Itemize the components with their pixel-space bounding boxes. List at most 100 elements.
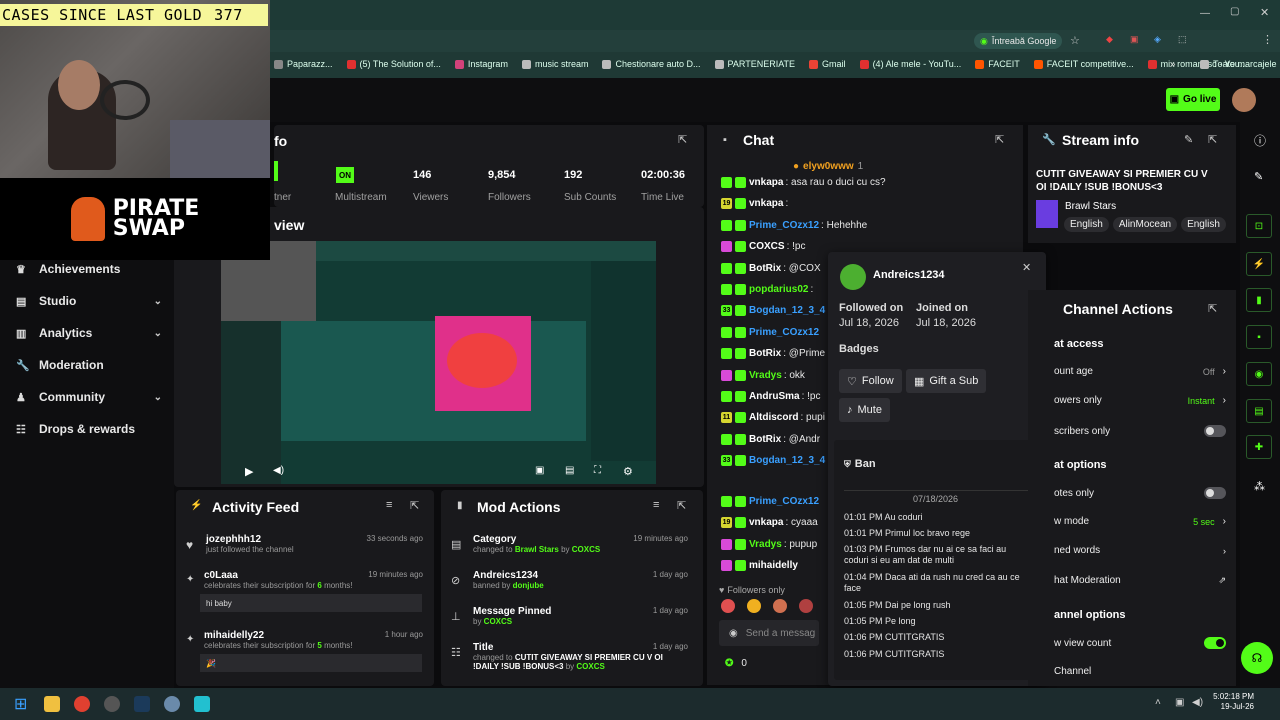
ask-google-button[interactable]: ◉ Întreabă Google	[974, 33, 1063, 49]
settings-icon[interactable]	[164, 696, 180, 712]
extension-icon-3[interactable]: ◈	[1154, 34, 1161, 45]
emote-picker-icon[interactable]: ◉	[729, 628, 738, 639]
more-bookmarks-icon[interactable]: »	[1170, 59, 1176, 70]
chrome-icon[interactable]	[74, 696, 90, 712]
popout-icon[interactable]: ⇱	[1208, 302, 1217, 315]
chevron-down-icon[interactable]: ⌄	[154, 328, 162, 339]
rail-focus-button[interactable]: ⊡	[1246, 214, 1272, 238]
chevron-down-icon[interactable]: ⌄	[154, 392, 162, 403]
view-count-row[interactable]: w view count	[1054, 637, 1226, 649]
theater-icon[interactable]: ▣	[535, 465, 544, 476]
points-counter[interactable]: ✪ 0	[725, 658, 747, 669]
chat-username[interactable]: BotRix	[749, 434, 781, 445]
emote-icon[interactable]	[799, 599, 813, 613]
chat-username[interactable]: Vradys	[749, 370, 782, 381]
follow-button[interactable]: ♡ Follow	[839, 369, 902, 393]
tag[interactable]: English	[1064, 217, 1109, 232]
go-live-button[interactable]: ▣ Go live	[1166, 88, 1220, 111]
chat-username[interactable]: BotRix	[749, 263, 781, 274]
emote-icon[interactable]	[721, 599, 735, 613]
maximize-icon[interactable]: ▢	[1230, 6, 1239, 17]
app-icon[interactable]	[104, 696, 120, 712]
sidebar-item-studio[interactable]: ▤ Studio ⌄	[16, 294, 162, 308]
tag[interactable]: English	[1181, 217, 1226, 232]
chat-username[interactable]: vnkapa	[749, 198, 783, 209]
view-count-toggle[interactable]	[1204, 637, 1226, 649]
game-name[interactable]: Brawl Stars	[1065, 201, 1116, 212]
chat-username[interactable]: vnkapa	[749, 517, 783, 528]
sidebar-item-drops-rewards[interactable]: ☷ Drops & rewards	[16, 422, 162, 436]
clock[interactable]: 5:02:18 PM 19-Jul-26	[1212, 692, 1254, 712]
tag[interactable]: AlinMocean	[1112, 217, 1178, 232]
gift-sub-button[interactable]: ▦ Gift a Sub	[906, 369, 987, 393]
rail-wrench-button[interactable]: ✚	[1246, 435, 1272, 459]
chat-username[interactable]: COXCS	[749, 241, 785, 252]
bookmark-item[interactable]: Paparazz...	[274, 59, 333, 69]
rail-chat-button[interactable]: ▪	[1246, 325, 1272, 349]
chat-username[interactable]: BotRix	[749, 348, 781, 359]
chat-username[interactable]: Prime_COzx12	[749, 327, 819, 338]
rail-broadcast-button[interactable]: ◉	[1246, 362, 1272, 386]
bookmark-item[interactable]: Chestionare auto D...	[602, 59, 701, 69]
sidebar-item-community[interactable]: ♟ Community ⌄	[16, 390, 162, 404]
menu-dots-icon[interactable]: ⋮	[1262, 33, 1273, 46]
subscribers-only-toggle[interactable]	[1204, 425, 1226, 437]
bookmark-item[interactable]: music stream	[521, 59, 588, 69]
user-avatar[interactable]	[1232, 88, 1256, 112]
channel-row[interactable]: Channel	[1054, 666, 1226, 677]
sidebar-item-moderation[interactable]: 🔧 Moderation	[16, 358, 162, 372]
chevron-down-icon[interactable]: ⌄	[154, 296, 162, 307]
chat-username[interactable]: Prime_COzx12	[749, 496, 819, 507]
bookmark-item[interactable]: (5) The Solution of...	[346, 59, 441, 69]
filter-icon[interactable]: ≡	[386, 499, 392, 511]
chat-username[interactable]: popdarius02	[749, 284, 808, 295]
stream-preview-video[interactable]: ▶ ◀) ▣ ▤ ⛶ ⚙	[221, 241, 656, 484]
apps-icon[interactable]: ⁂	[1254, 480, 1265, 493]
chat-username[interactable]: AndruSma	[749, 391, 800, 402]
close-window-icon[interactable]: ✕	[1260, 6, 1269, 19]
rail-clipboard-button[interactable]: ▮	[1246, 288, 1272, 312]
bookmark-item[interactable]: PARTENERIATE	[714, 59, 795, 69]
emotes-only-toggle[interactable]	[1204, 487, 1226, 499]
info-icon[interactable]: ⓘ	[1254, 132, 1266, 149]
popup-username[interactable]: Andreics1234	[873, 269, 945, 281]
bookmark-item[interactable]: Instagram	[454, 59, 508, 69]
tray-chevron-icon[interactable]: ˄	[1155, 697, 1161, 708]
extension-icon-2[interactable]: ▣	[1130, 34, 1139, 45]
filter-icon[interactable]: ≡	[653, 499, 659, 511]
play-icon[interactable]: ▶	[245, 465, 253, 478]
banned-words-row[interactable]: ned words ›	[1054, 545, 1226, 556]
settings-gear-icon[interactable]: ⚙	[623, 465, 633, 478]
bookmark-item[interactable]: (4) Ale mele - YouTu...	[859, 59, 961, 69]
rail-bolt-button[interactable]: ⚡	[1246, 252, 1272, 276]
chat-username[interactable]: vnkapa	[749, 177, 783, 188]
minimize-icon[interactable]: —	[1200, 8, 1210, 19]
all-bookmarks[interactable]: Toate marcajele	[1200, 59, 1277, 69]
popout-icon[interactable]: ⇱	[410, 499, 419, 512]
emotes-only-row[interactable]: otes only	[1054, 487, 1226, 499]
pencil-icon[interactable]: ✎	[1254, 170, 1263, 183]
bookmark-item[interactable]: FACEIT	[975, 59, 1020, 69]
followers-only-row[interactable]: owers only Instant ›	[1054, 395, 1226, 406]
subscribers-only-row[interactable]: scribers only	[1054, 425, 1226, 437]
notes-icon[interactable]	[194, 696, 210, 712]
bookmark-item[interactable]: FACEIT competitive...	[1033, 59, 1134, 69]
mute-button[interactable]: ♪ Mute	[839, 398, 890, 422]
windows-start-icon[interactable]: ⊞	[14, 694, 27, 714]
star-icon[interactable]: ☆	[1070, 34, 1080, 47]
chat-username[interactable]: Vradys	[749, 539, 782, 550]
chat-username[interactable]: Prime_COzx12	[749, 220, 819, 231]
rail-queue-button[interactable]: ▤	[1246, 399, 1272, 423]
slow-mode-row[interactable]: w mode 5 sec ›	[1054, 516, 1226, 527]
puzzle-icon[interactable]: ⬚	[1178, 34, 1187, 45]
volume-tray-icon[interactable]: ◀)	[1192, 697, 1203, 708]
chat-moderation-row[interactable]: hat Moderation ⇗	[1054, 575, 1226, 586]
volume-icon[interactable]: ◀)	[273, 465, 284, 476]
chat-input[interactable]: ◉ Send a messag	[719, 620, 819, 646]
network-icon[interactable]: ▣	[1175, 697, 1184, 708]
close-icon[interactable]: ✕	[1022, 261, 1031, 274]
popout-icon[interactable]: ⇱	[677, 499, 686, 512]
bookmark-item[interactable]: Gmail	[809, 59, 846, 69]
emote-icon[interactable]	[747, 599, 761, 613]
emote-icon[interactable]	[773, 599, 787, 613]
